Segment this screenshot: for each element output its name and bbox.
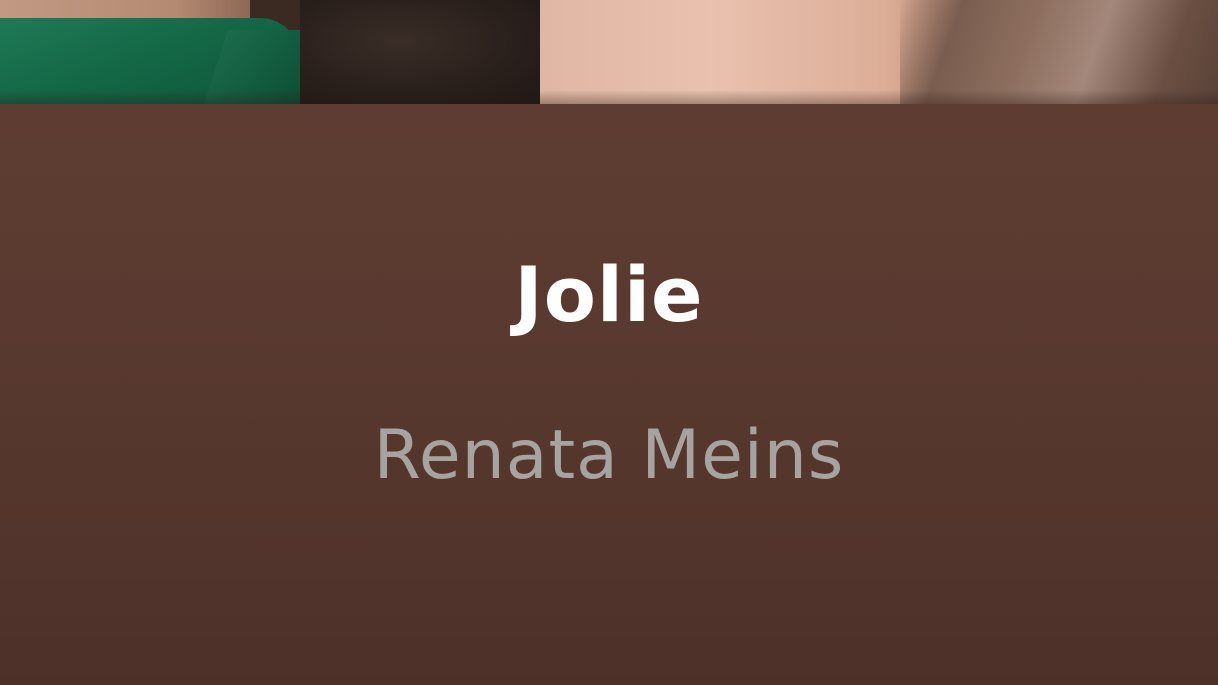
now-playing-screen: Jolie Renata Meins — [0, 0, 1218, 685]
track-artist[interactable]: Renata Meins — [0, 416, 1218, 496]
cover-art-region — [300, 0, 550, 104]
track-title[interactable]: Jolie — [0, 250, 1218, 340]
album-cover-image — [0, 0, 1218, 104]
cover-art-region — [900, 0, 1218, 104]
cover-art-shadow — [0, 90, 1218, 104]
track-info-panel: Jolie Renata Meins — [0, 104, 1218, 685]
